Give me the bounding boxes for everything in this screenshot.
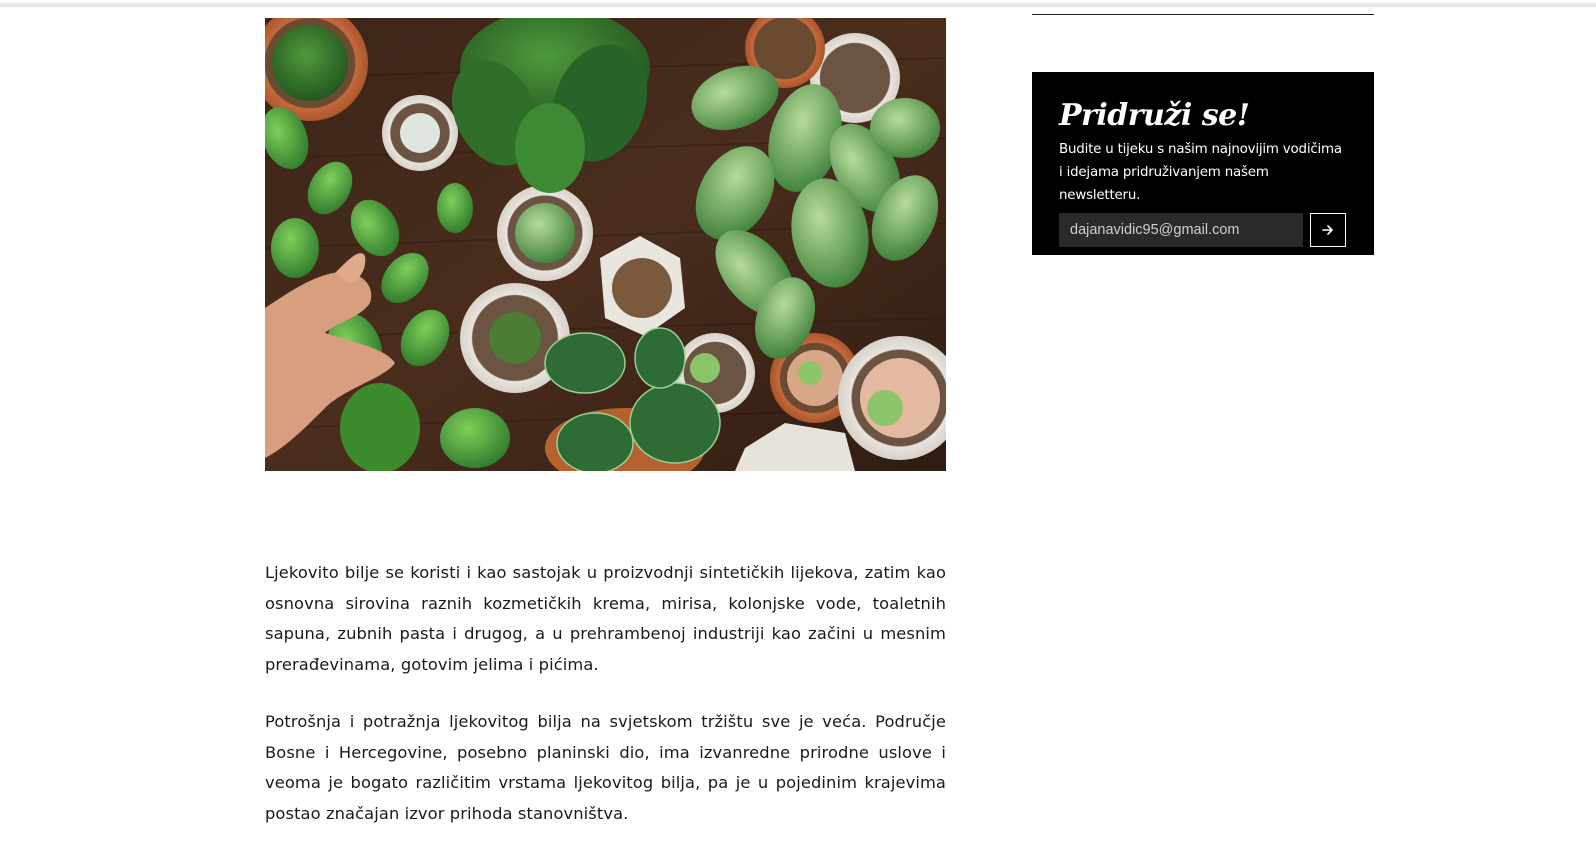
article-hero-image bbox=[265, 18, 946, 471]
newsletter-form bbox=[1059, 213, 1346, 247]
newsletter-description: Budite u tijeku s našim najnovijim vodič… bbox=[1059, 142, 1342, 203]
article-paragraph: Ljekovito bilje se koristi i kao sastoja… bbox=[265, 563, 946, 674]
article-body: Ljekovito bilje se koristi i kao sastoja… bbox=[265, 558, 946, 856]
newsletter-email-input[interactable] bbox=[1059, 213, 1304, 247]
sidebar-divider bbox=[1032, 14, 1374, 15]
top-border bbox=[0, 0, 1596, 8]
article-paragraph: Potrošnja i potražnja ljekovitog bilja n… bbox=[265, 712, 946, 823]
newsletter-widget: Pridruži se! Budite u tijeku s našim naj… bbox=[1032, 72, 1374, 255]
arrow-right-icon bbox=[1322, 225, 1333, 235]
newsletter-submit-button[interactable] bbox=[1310, 213, 1346, 247]
newsletter-title: Pridruži se! bbox=[1059, 98, 1250, 133]
